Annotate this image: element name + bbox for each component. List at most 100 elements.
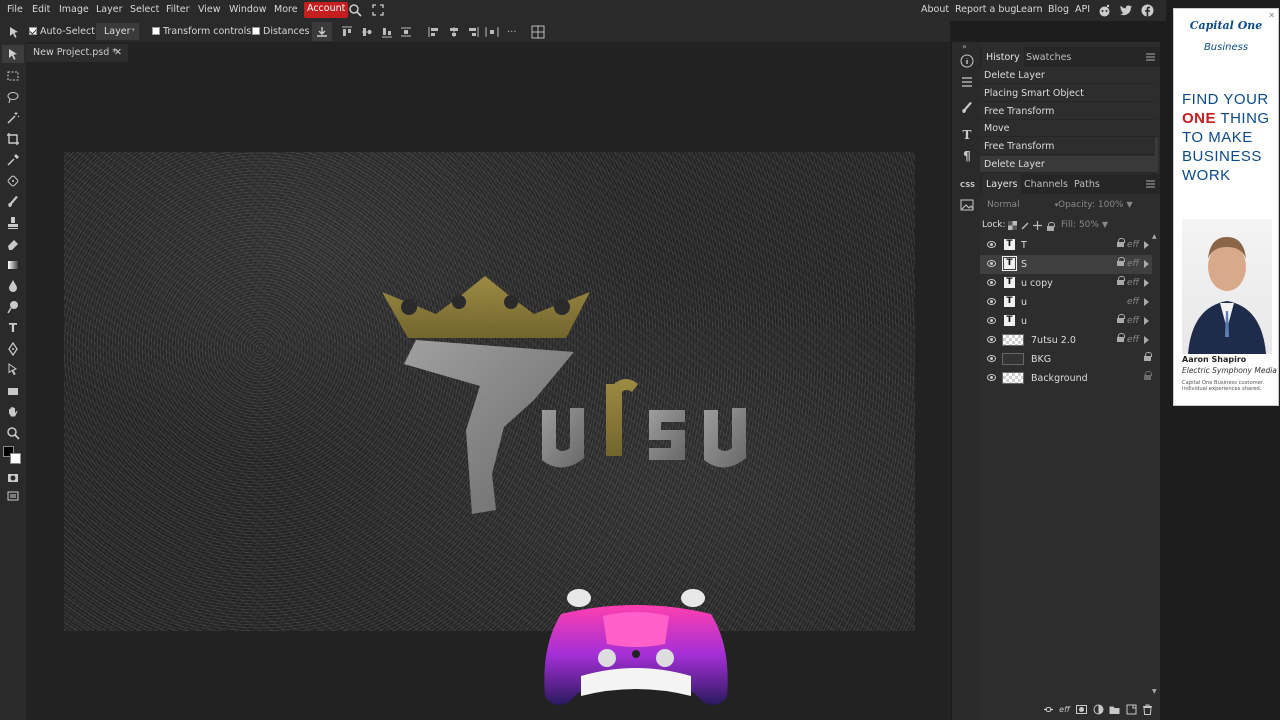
layer-row[interactable]: 7utsu 2.0 eff xyxy=(980,331,1152,350)
expand-arrow-icon[interactable] xyxy=(1144,317,1149,325)
collapse-icon[interactable]: » xyxy=(962,42,967,51)
lock-transparency-icon[interactable] xyxy=(1008,221,1017,230)
align-right-icon[interactable] xyxy=(467,26,479,38)
new-group-icon[interactable] xyxy=(1109,704,1120,715)
brush-settings-icon[interactable] xyxy=(960,101,974,115)
effects-label[interactable]: eff xyxy=(1127,259,1139,269)
zoom-tool-icon[interactable] xyxy=(6,426,20,440)
layer-row[interactable]: T u eff xyxy=(980,293,1152,312)
history-item[interactable]: Free Transform xyxy=(980,103,1156,120)
expand-arrow-icon[interactable] xyxy=(1144,298,1149,306)
add-mask-icon[interactable] xyxy=(1076,704,1087,715)
expand-arrow-icon[interactable] xyxy=(1144,260,1149,268)
lock-position-icon[interactable] xyxy=(1033,221,1042,230)
properties-icon[interactable] xyxy=(960,75,974,89)
image-icon[interactable] xyxy=(960,198,974,212)
info-icon[interactable] xyxy=(960,54,974,68)
visibility-eye-icon[interactable] xyxy=(987,355,996,362)
visibility-eye-icon[interactable] xyxy=(987,374,996,381)
tab-history[interactable]: History xyxy=(982,47,1024,67)
align-bottom-icon[interactable] xyxy=(381,26,393,38)
adjustment-layer-icon[interactable] xyxy=(1093,704,1104,715)
menu-select[interactable]: Select xyxy=(130,4,159,15)
align-top-icon[interactable] xyxy=(341,26,353,38)
background-color-swatch[interactable] xyxy=(10,453,21,464)
clone-stamp-tool-icon[interactable] xyxy=(6,216,20,230)
effects-label[interactable]: eff xyxy=(1127,297,1139,307)
effects-label[interactable]: eff xyxy=(1127,278,1139,288)
effects-label[interactable]: eff xyxy=(1127,335,1139,345)
history-item[interactable]: Placing Smart Object xyxy=(980,85,1156,102)
tab-swatches[interactable]: Swatches xyxy=(1026,52,1071,63)
panel-menu-icon[interactable] xyxy=(1146,180,1155,188)
layer-row[interactable]: T T eff xyxy=(980,236,1152,255)
search-icon[interactable] xyxy=(349,4,362,17)
advertisement-banner[interactable]: ✕ Capital One Business FIND YOUR ONE THI… xyxy=(1173,8,1279,406)
auto-select-target-dropdown[interactable]: Layer ▾ xyxy=(96,23,139,40)
facebook-icon[interactable] xyxy=(1141,4,1154,17)
panel-menu-icon[interactable] xyxy=(1146,53,1155,61)
scroll-up-icon[interactable]: ▲ xyxy=(1152,233,1157,240)
menu-filter[interactable]: Filter xyxy=(166,4,190,15)
visibility-eye-icon[interactable] xyxy=(987,317,996,324)
menu-file[interactable]: File xyxy=(7,4,23,15)
menu-blog[interactable]: Blog xyxy=(1048,4,1069,15)
menu-window[interactable]: Window xyxy=(229,4,266,15)
lasso-tool-icon[interactable] xyxy=(6,90,20,104)
history-item[interactable]: Delete Layer xyxy=(980,67,1156,84)
new-layer-icon[interactable] xyxy=(1126,704,1137,715)
delete-layer-icon[interactable] xyxy=(1142,704,1153,715)
move-tool-icon[interactable] xyxy=(6,48,20,62)
align-center-icon[interactable] xyxy=(448,26,460,38)
scroll-down-icon[interactable]: ▼ xyxy=(1152,688,1157,695)
link-layers-icon[interactable] xyxy=(1043,704,1054,715)
visibility-eye-icon[interactable] xyxy=(987,241,996,248)
gradient-tool-icon[interactable] xyxy=(6,258,20,272)
distances-checkbox[interactable]: Distances xyxy=(252,26,310,37)
dodge-tool-icon[interactable] xyxy=(6,300,20,314)
align-left-icon[interactable] xyxy=(428,26,440,38)
effects-label[interactable]: eff xyxy=(1127,316,1139,326)
transform-controls-checkbox[interactable]: Transform controls xyxy=(152,26,251,37)
twitter-icon[interactable] xyxy=(1120,4,1133,16)
pen-tool-icon[interactable] xyxy=(6,342,20,356)
menu-layer[interactable]: Layer xyxy=(96,4,123,15)
type-tool-icon[interactable]: T xyxy=(6,321,20,335)
fullscreen-icon[interactable] xyxy=(372,4,384,16)
menu-more[interactable]: More xyxy=(274,4,298,15)
tab-layers[interactable]: Layers xyxy=(982,174,1022,194)
quick-mask-icon[interactable] xyxy=(6,471,20,485)
reddit-icon[interactable] xyxy=(1098,4,1111,17)
distribute-horizontal-icon[interactable] xyxy=(485,26,499,38)
layer-row[interactable]: T u eff xyxy=(980,312,1152,331)
visibility-eye-icon[interactable] xyxy=(987,336,996,343)
menu-edit[interactable]: Edit xyxy=(32,4,50,15)
screen-mode-icon[interactable] xyxy=(6,489,20,503)
tab-paths[interactable]: Paths xyxy=(1074,179,1100,190)
expand-arrow-icon[interactable] xyxy=(1144,279,1149,287)
fill-control[interactable]: Fill: 50% ▼ xyxy=(1061,220,1108,230)
lock-all-icon[interactable] xyxy=(1047,222,1055,232)
brush-tool-icon[interactable] xyxy=(6,195,20,209)
menu-learn[interactable]: Learn xyxy=(1016,4,1043,15)
layer-style-icon[interactable]: eff xyxy=(1059,704,1070,715)
history-scrollbar[interactable] xyxy=(1155,137,1158,172)
layer-row[interactable]: T u copy eff xyxy=(980,274,1152,293)
history-item-current[interactable]: Delete Layer xyxy=(980,156,1156,173)
auto-select-checkbox[interactable]: Auto-Select xyxy=(29,26,95,37)
document-canvas[interactable] xyxy=(64,152,915,631)
layer-row-selected[interactable]: T S eff xyxy=(980,255,1152,274)
character-icon[interactable]: T xyxy=(960,128,974,142)
menu-api[interactable]: API xyxy=(1075,4,1090,15)
tab-channels[interactable]: Channels xyxy=(1024,179,1068,190)
opacity-control[interactable]: Opacity: 100% ▼ xyxy=(1058,200,1133,210)
crop-tool-icon[interactable] xyxy=(6,132,20,146)
hand-tool-icon[interactable] xyxy=(6,405,20,419)
close-icon[interactable]: ✕ xyxy=(114,47,122,58)
menu-report-bug[interactable]: Report a bug xyxy=(955,4,1016,15)
shape-tool-icon[interactable] xyxy=(6,384,20,398)
controller-overlay-image[interactable] xyxy=(541,586,731,712)
menu-about[interactable]: About xyxy=(921,4,949,15)
paragraph-icon[interactable]: ¶ xyxy=(960,149,974,163)
visibility-eye-icon[interactable] xyxy=(987,260,996,267)
